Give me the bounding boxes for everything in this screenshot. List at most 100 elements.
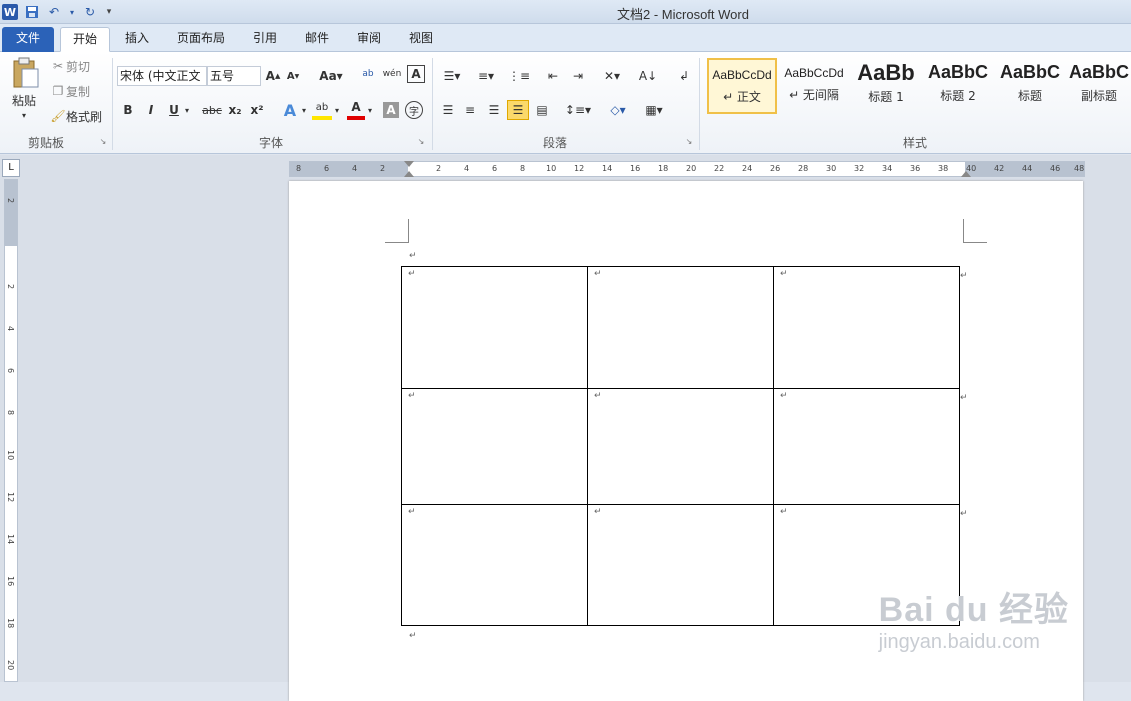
tab-view[interactable]: 视图 bbox=[398, 27, 444, 52]
phonetic-guide-icon[interactable]: wén bbox=[382, 64, 402, 84]
style-name: ↵ 无间隔 bbox=[789, 88, 839, 102]
paste-icon[interactable] bbox=[8, 56, 42, 90]
paragraph-launcher-icon[interactable]: ↘ bbox=[684, 136, 694, 146]
title-bar: W ↶ ▾ ↻ ▾ 文档2 - Microsoft Word bbox=[0, 0, 1131, 24]
table-cell[interactable]: ↵ bbox=[401, 266, 588, 389]
font-launcher-icon[interactable]: ↘ bbox=[416, 136, 426, 146]
align-center-icon[interactable]: ≡ bbox=[460, 100, 480, 120]
vertical-ruler[interactable]: 2 2 4 6 8 10 12 14 16 18 20 bbox=[4, 179, 18, 682]
change-case-icon[interactable]: Aa▾ bbox=[318, 66, 344, 86]
bold-button[interactable]: B bbox=[120, 100, 136, 120]
tab-page-layout[interactable]: 页面布局 bbox=[166, 27, 236, 52]
tab-insert[interactable]: 插入 bbox=[114, 27, 160, 52]
font-group-label: 字体 bbox=[258, 136, 283, 150]
crop-mark-right bbox=[963, 219, 987, 243]
text-effects-icon[interactable]: A bbox=[280, 100, 300, 120]
shrink-font-icon[interactable]: A ▼ bbox=[285, 66, 301, 86]
style-sample: AaBbC bbox=[1068, 62, 1129, 82]
highlight-dropdown-icon[interactable]: ▾ bbox=[333, 100, 341, 120]
asian-layout-icon[interactable]: ✕▾ bbox=[598, 66, 626, 86]
clear-formatting-icon[interactable]: ab bbox=[358, 64, 378, 84]
paste-button[interactable]: 粘贴 bbox=[6, 92, 42, 108]
table-cell[interactable]: ↵ bbox=[773, 388, 960, 505]
style-heading-2[interactable]: AaBbC 标题 2 bbox=[923, 58, 993, 114]
style-normal[interactable]: AaBbCcDd ↵ 正文 bbox=[707, 58, 777, 114]
ruler-tick: 16 bbox=[630, 164, 641, 173]
ruler-tick: 4 bbox=[352, 164, 358, 173]
clipboard-group-label: 剪贴板 bbox=[27, 136, 64, 150]
tab-selector-button[interactable]: L bbox=[2, 159, 20, 177]
clipboard-launcher-icon[interactable]: ↘ bbox=[98, 136, 108, 146]
table-cell[interactable]: ↵ bbox=[401, 388, 588, 505]
multilevel-list-icon[interactable]: ⋮≡ bbox=[505, 66, 533, 86]
paste-dropdown-icon[interactable]: ▾ bbox=[18, 110, 30, 120]
superscript-button[interactable]: x² bbox=[248, 100, 266, 120]
style-heading-1[interactable]: AaBb 标题 1 bbox=[851, 58, 921, 114]
ruler-tick: 6 bbox=[492, 164, 498, 173]
table-cell[interactable]: ↵ bbox=[401, 504, 588, 626]
style-sample: AaBbCcDd bbox=[784, 66, 844, 80]
font-size-combo[interactable]: 五号 bbox=[207, 66, 261, 86]
document-table[interactable]: ↵ ↵ ↵ ↵ ↵ ↵ ↵ ↵ ↵ bbox=[401, 266, 960, 626]
grow-font-icon[interactable]: A ▲ bbox=[265, 66, 281, 86]
strikethrough-button[interactable]: abc bbox=[200, 100, 224, 120]
ruler-tick: 2 bbox=[436, 164, 442, 173]
tab-review[interactable]: 审阅 bbox=[346, 27, 392, 52]
font-name-combo[interactable]: 宋体 (中文正文 bbox=[117, 66, 207, 86]
show-marks-icon[interactable]: ↲ bbox=[674, 66, 694, 86]
table-cell[interactable]: ↵ bbox=[587, 266, 774, 389]
tab-references[interactable]: 引用 bbox=[242, 27, 288, 52]
justify-icon[interactable]: ☰ bbox=[507, 100, 529, 120]
borders-icon[interactable]: ▦▾ bbox=[640, 100, 668, 120]
bullets-icon[interactable]: ☰▾ bbox=[438, 66, 466, 86]
tab-home[interactable]: 开始 bbox=[60, 27, 110, 52]
font-color-icon[interactable]: A bbox=[347, 98, 365, 120]
enclose-characters-icon[interactable]: 字 bbox=[405, 101, 423, 119]
underline-dropdown-icon[interactable]: ▾ bbox=[182, 100, 192, 120]
ruler-margin-top bbox=[5, 180, 17, 246]
underline-button[interactable]: U bbox=[166, 100, 182, 120]
distributed-icon[interactable]: ▤ bbox=[532, 100, 552, 120]
decrease-indent-icon[interactable]: ⇤ bbox=[543, 66, 563, 86]
format-painter-icon[interactable]: 🖌 bbox=[50, 108, 66, 124]
italic-button[interactable]: I bbox=[143, 100, 159, 120]
ruler-tick: 24 bbox=[742, 164, 753, 173]
style-sample: AaBbCcDd bbox=[712, 68, 772, 82]
cut-button[interactable]: 剪切 bbox=[66, 58, 96, 74]
tab-mailings[interactable]: 邮件 bbox=[294, 27, 340, 52]
row-end-mark: ↵ bbox=[960, 271, 968, 281]
watermark-brand: Bai du 经验 bbox=[878, 591, 1069, 629]
copy-icon[interactable]: ❐ bbox=[50, 83, 66, 99]
hanging-indent-marker[interactable] bbox=[404, 171, 414, 177]
style-no-spacing[interactable]: AaBbCcDd ↵ 无间隔 bbox=[779, 58, 849, 114]
ruler-tick: 10 bbox=[6, 450, 15, 461]
character-shading-icon[interactable]: A bbox=[383, 102, 399, 118]
sort-icon[interactable]: A↓ bbox=[638, 66, 658, 86]
style-subtitle[interactable]: AaBbC 副标题 bbox=[1067, 58, 1131, 114]
text-effects-dropdown-icon[interactable]: ▾ bbox=[300, 100, 308, 120]
align-left-icon[interactable]: ☰ bbox=[438, 100, 458, 120]
copy-button[interactable]: 复制 bbox=[66, 83, 96, 99]
tab-file[interactable]: 文件 bbox=[2, 27, 54, 52]
left-indent-marker[interactable] bbox=[404, 161, 414, 167]
style-title[interactable]: AaBbC 标题 bbox=[995, 58, 1065, 114]
horizontal-ruler[interactable]: 8 6 4 2 2 4 6 8 10 12 14 16 18 20 22 24 … bbox=[289, 161, 1085, 177]
line-spacing-icon[interactable]: ↕≡▾ bbox=[564, 100, 592, 120]
table-cell[interactable]: ↵ bbox=[587, 504, 774, 626]
character-border-icon[interactable]: A bbox=[407, 65, 425, 83]
table-cell[interactable]: ↵ bbox=[773, 266, 960, 389]
highlight-icon[interactable]: ab bbox=[312, 98, 332, 120]
table-cell[interactable]: ↵ bbox=[587, 388, 774, 505]
shading-icon[interactable]: ◇▾ bbox=[604, 100, 632, 120]
font-color-dropdown-icon[interactable]: ▾ bbox=[366, 100, 374, 120]
table-row: ↵ ↵ ↵ bbox=[401, 388, 960, 505]
ruler-tick: 20 bbox=[686, 164, 697, 173]
font-name-value: 宋体 (中文正文 bbox=[120, 69, 201, 83]
increase-indent-icon[interactable]: ⇥ bbox=[568, 66, 588, 86]
format-painter-button[interactable]: 格式刷 bbox=[66, 108, 106, 124]
subscript-button[interactable]: x₂ bbox=[226, 100, 244, 120]
ruler-tick: 34 bbox=[882, 164, 893, 173]
cut-icon[interactable]: ✂ bbox=[50, 58, 66, 74]
numbering-icon[interactable]: ≡▾ bbox=[472, 66, 500, 86]
align-right-icon[interactable]: ☰ bbox=[484, 100, 504, 120]
